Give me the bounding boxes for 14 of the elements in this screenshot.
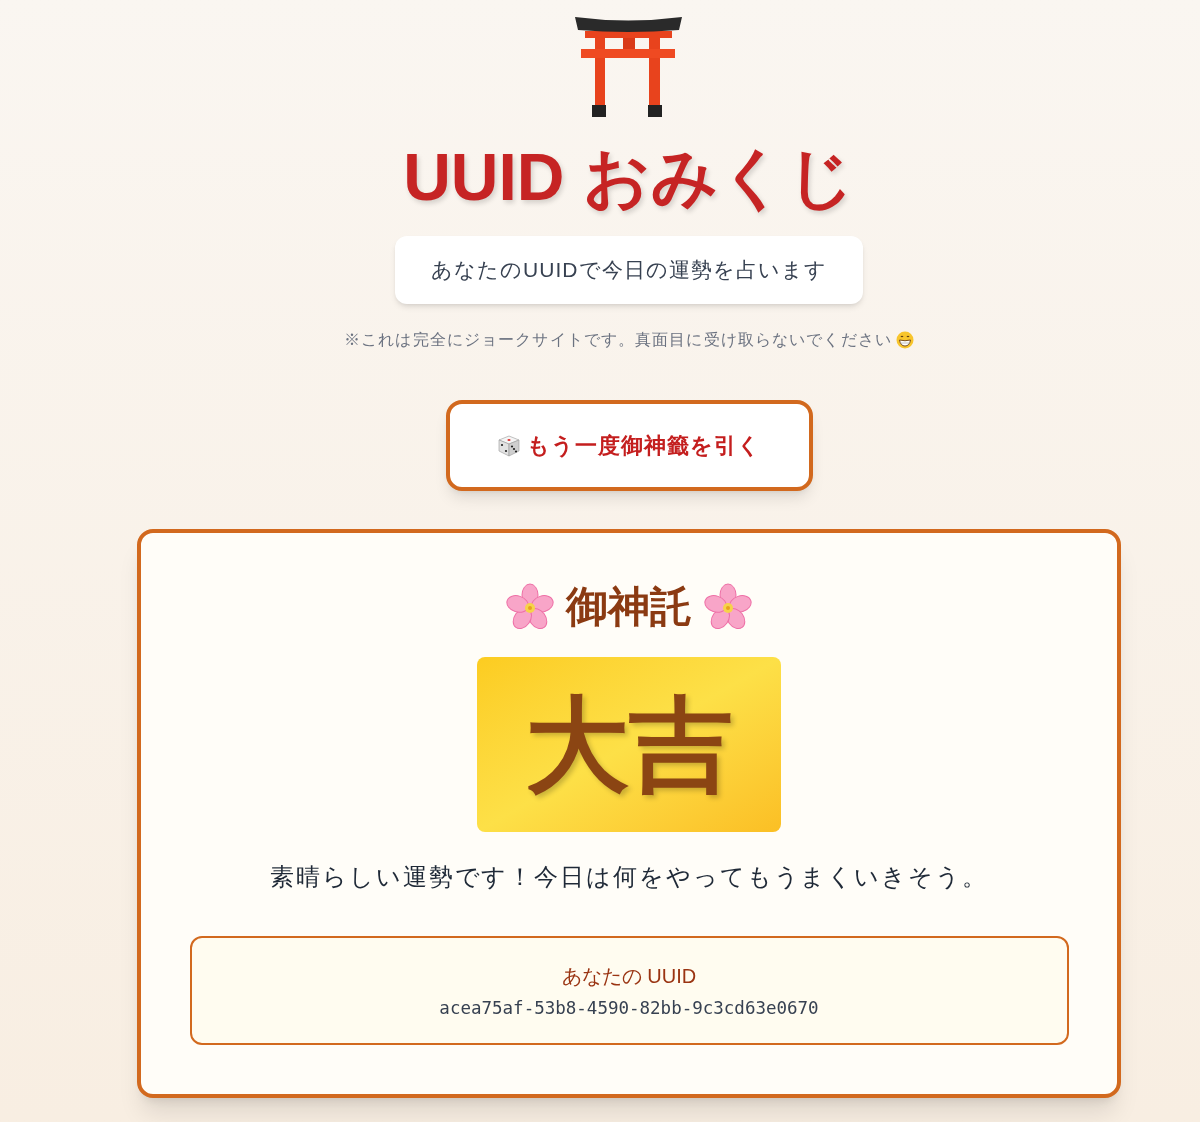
draw-again-button[interactable]: もう一度御神籤を引く xyxy=(445,400,813,491)
oracle-heading: 御神託 xyxy=(566,582,692,632)
fortune-card: 大吉 xyxy=(477,657,781,832)
torii-gate-icon xyxy=(574,17,682,117)
disclaimer-text: ※これは完全にジョークサイトです。真面目に受け取らないでください xyxy=(344,330,892,350)
cherry-blossom-icon xyxy=(704,583,752,631)
tagline: あなたのUUIDで今日の運勢を占います xyxy=(394,236,864,304)
uuid-label: あなたの UUID xyxy=(561,963,697,989)
fortune-message: 素晴らしい運勢です！今日は何をやってもうまくいきそう。 xyxy=(270,862,988,892)
dice-icon xyxy=(496,433,521,458)
cherry-blossom-icon xyxy=(506,583,554,631)
grinning-face-icon xyxy=(895,331,914,349)
uuid-value: acea75af-53b8-4590-82bb-9c3cd63e0670 xyxy=(439,996,819,1020)
page-title: UUID おみくじ xyxy=(403,139,855,216)
